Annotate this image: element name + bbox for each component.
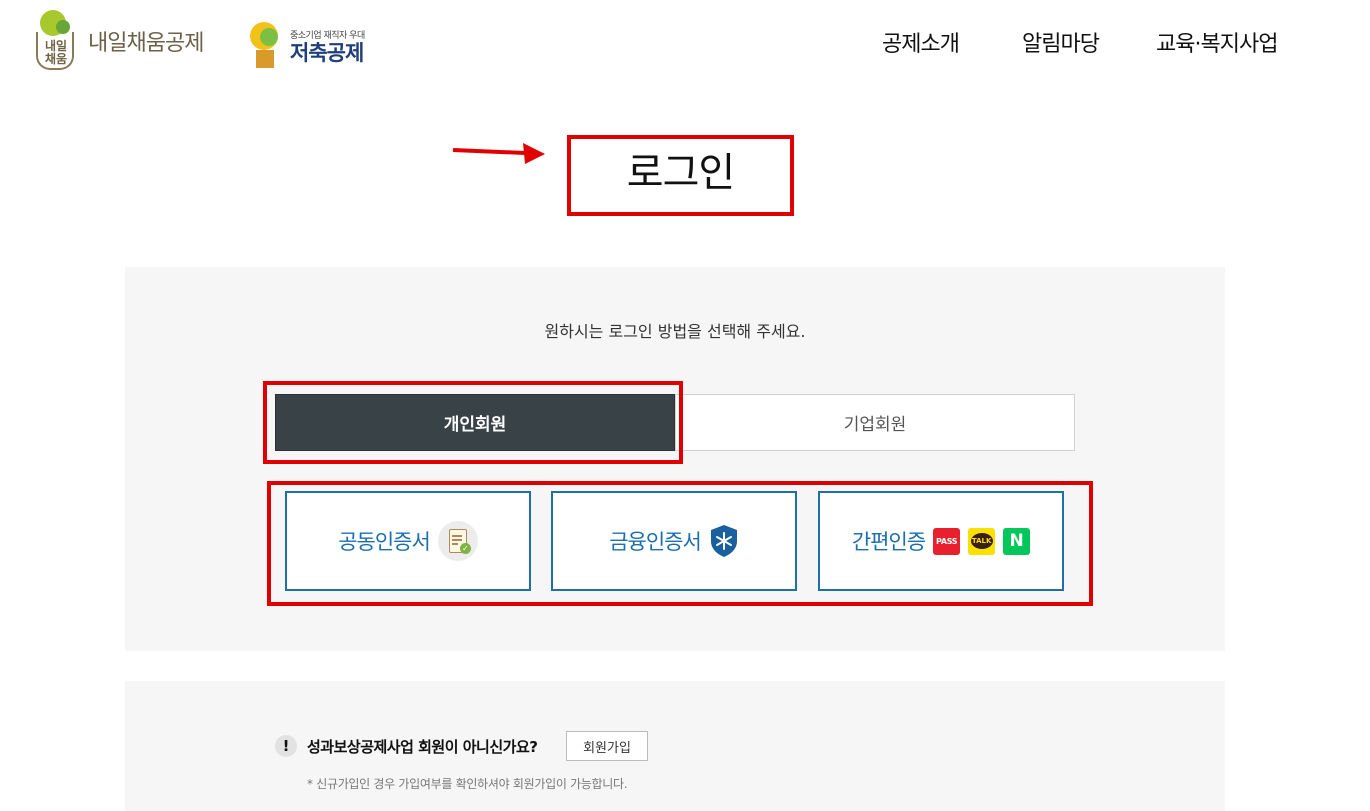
naeil-chaeum-logo[interactable]: 내일 채움 내일채움공제 [34, 10, 204, 72]
logo-secondary-subtitle: 중소기업 재직자 우대 [290, 30, 365, 41]
signup-notice: 성과보상공제사업 회원이 아니신가요? [307, 738, 538, 756]
nav-item-education-welfare[interactable]: 교육·복지사업 [1156, 26, 1278, 58]
nav-item-about[interactable]: 공제소개 [882, 26, 960, 58]
signup-note: * 신규가입인 경우 가입여부를 확인하셔야 회원가입이 가능합니다. [307, 777, 628, 791]
logo-mark-text-2: 채움 [44, 52, 68, 66]
site-header: 내일 채움 내일채움공제 중소기업 재직자 우대 저축공제 공제소개 알림마당 … [0, 0, 1370, 90]
login-instruction: 원하시는 로그인 방법을 선택해 주세요. [544, 322, 806, 341]
sprout-pot-icon: 내일 채움 [34, 10, 78, 72]
logo-primary-name: 내일채움공제 [88, 31, 204, 56]
signup-button[interactable]: 회원가입 [566, 731, 648, 761]
savings-logo[interactable]: 중소기업 재직자 우대 저축공제 [244, 22, 365, 70]
logo-secondary-name: 저축공제 [290, 40, 364, 65]
nav-item-notices[interactable]: 알림마당 [1022, 26, 1100, 58]
annotation-arrow-title [452, 143, 545, 164]
annotation-box-tab [263, 381, 683, 464]
tab-company-member[interactable]: 기업회원 [675, 394, 1075, 451]
exclamation-icon: ! [275, 735, 297, 757]
page-title: 로그인 [626, 150, 735, 196]
annotation-box-methods [267, 481, 1093, 606]
lightbulb-house-icon [244, 22, 284, 70]
